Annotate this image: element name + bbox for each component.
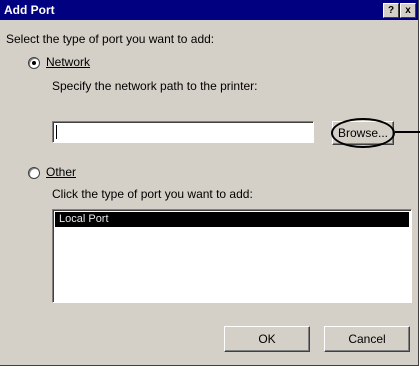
prompt-label: Select the type of port you want to add: (6, 32, 215, 46)
cancel-button-label: Cancel (348, 332, 386, 346)
callout-line (395, 131, 420, 133)
network-option-label[interactable]: Network (46, 55, 90, 69)
other-instruction: Click the type of port you want to add: (52, 187, 253, 201)
ok-button[interactable]: OK (224, 326, 310, 352)
network-radio[interactable] (28, 57, 40, 69)
port-type-list[interactable]: Local Port (52, 209, 412, 303)
help-button[interactable]: ? (383, 3, 399, 18)
close-button[interactable]: x (400, 3, 416, 18)
title-bar[interactable]: Add Port ? x (0, 0, 418, 20)
ok-button-label: OK (258, 332, 276, 346)
other-option-label[interactable]: Other (46, 165, 76, 179)
network-instruction: Specify the network path to the printer: (52, 79, 258, 93)
cancel-button[interactable]: Cancel (324, 326, 410, 352)
text-caret (56, 125, 57, 139)
add-port-dialog: Add Port ? x Select the type of port you… (0, 0, 419, 366)
list-item-local-port[interactable]: Local Port (55, 212, 409, 227)
other-radio[interactable] (28, 167, 40, 179)
network-path-input[interactable] (52, 121, 314, 143)
callout-ellipse (331, 118, 395, 148)
window-title: Add Port (4, 3, 55, 17)
